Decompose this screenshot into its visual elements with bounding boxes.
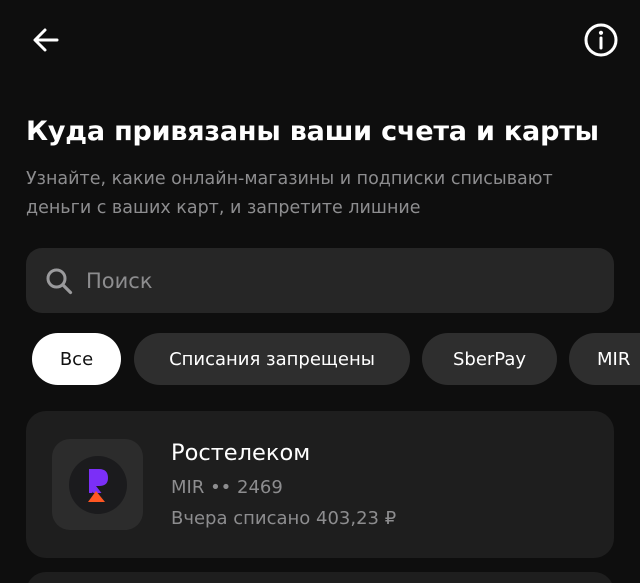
page-subtitle: Узнайте, какие онлайн-магазины и подписк…	[26, 169, 553, 218]
merchant-card[interactable]: Ростелеком MIR •• 2469 Вчера списано 403…	[26, 411, 614, 558]
page-title: Куда привязаны ваши счета и карты	[26, 116, 599, 147]
filter-chips: Все Списания запрещены SberPay MIR	[0, 333, 640, 385]
rostelecom-logo-icon	[68, 455, 127, 514]
search-icon	[44, 266, 74, 296]
info-button[interactable]	[580, 19, 622, 61]
arrow-left-icon	[33, 28, 59, 52]
merchant-logo-tile	[52, 439, 143, 530]
app-screen: Куда привязаны ваши счета и карты Узнайт…	[0, 0, 640, 583]
info-circle-icon	[584, 23, 618, 57]
merchant-charge-status: Вчера списано 403,23 ₽	[171, 508, 397, 529]
filter-chip-mir[interactable]: MIR	[569, 333, 640, 385]
back-button[interactable]	[26, 20, 66, 60]
search-box[interactable]	[26, 248, 614, 313]
merchant-name: Ростелеком	[171, 440, 311, 466]
filter-chip-all[interactable]: Все	[32, 333, 121, 385]
merchant-card-next[interactable]	[26, 572, 614, 583]
search-input[interactable]	[86, 260, 614, 301]
filter-chip-sberpay[interactable]: SberPay	[422, 333, 557, 385]
filter-chip-blocked[interactable]: Списания запрещены	[134, 333, 410, 385]
merchant-account: MIR •• 2469	[171, 477, 283, 498]
